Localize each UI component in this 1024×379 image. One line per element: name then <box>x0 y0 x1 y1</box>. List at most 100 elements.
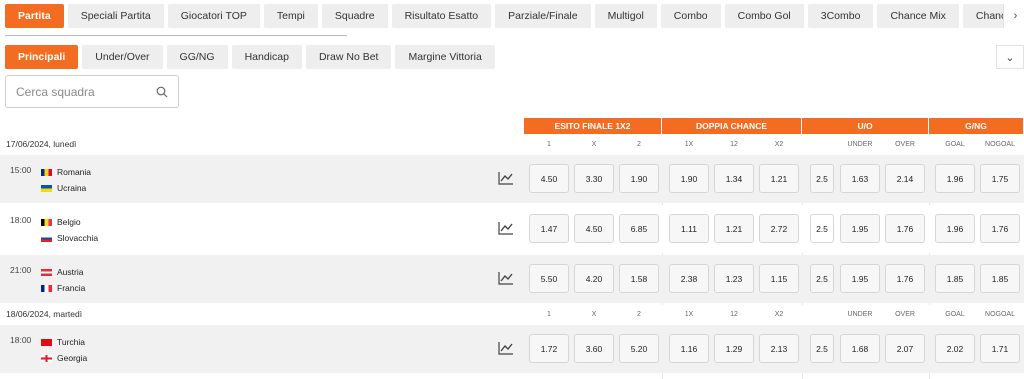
odd-2[interactable]: 1.90 <box>619 164 659 193</box>
odd-x2[interactable]: 2.13 <box>759 334 799 363</box>
away-team[interactable]: Georgia <box>41 353 87 363</box>
odd-goal[interactable]: 2.02 <box>935 334 975 363</box>
tab-partita[interactable]: Partita <box>5 4 64 28</box>
tab-chance-mix[interactable]: Chance Mix <box>877 4 959 28</box>
odd-x[interactable]: 4.50 <box>574 214 614 243</box>
header-esito-finale: ESITO FINALE 1X2 <box>524 118 661 134</box>
odd-over[interactable]: 2.07 <box>885 334 925 363</box>
tab-chance[interactable]: Chance <box>962 4 1003 28</box>
tab-combo-gol[interactable]: Combo Gol <box>724 4 804 28</box>
tab-parziale-finale[interactable]: Parziale/Finale <box>495 4 591 28</box>
tab-combo[interactable]: Combo <box>660 4 721 28</box>
away-team-name: Georgia <box>57 353 88 363</box>
odd-1[interactable]: 4.50 <box>529 164 569 193</box>
stats-chart-icon[interactable] <box>498 171 514 185</box>
subtab-under-over[interactable]: Under/Over <box>82 45 163 69</box>
match-time: 18:00 <box>10 215 32 225</box>
search-input[interactable] <box>16 84 146 99</box>
col-header-1: 1 <box>547 311 551 318</box>
odd-1x[interactable]: 1.11 <box>669 214 709 243</box>
subtab-draw-no-bet[interactable]: Draw No Bet <box>305 45 392 69</box>
tabs-scroll-right-icon[interactable]: › <box>1003 4 1024 28</box>
tab-3combo[interactable]: 3Combo <box>807 4 874 28</box>
tab-tempi[interactable]: Tempi <box>263 4 318 28</box>
col-header-2: 2 <box>637 311 641 318</box>
odd-under[interactable]: 1.68 <box>840 334 880 363</box>
odd-under[interactable]: 1.95 <box>840 264 880 293</box>
header-doppia-chance: DOPPIA CHANCE <box>662 118 801 134</box>
odd-12[interactable]: 1.21 <box>714 214 754 243</box>
odd-x[interactable]: 3.60 <box>574 334 614 363</box>
odd-x2[interactable]: 1.15 <box>759 264 799 293</box>
subtab-gg-ng[interactable]: GG/NG <box>166 45 228 69</box>
market-headers: ESITO FINALE 1X2 DOPPIA CHANCE U/O G/NG <box>524 118 1023 134</box>
stats-chart-icon[interactable] <box>498 221 514 235</box>
uo-line-select[interactable]: 2.5 <box>810 164 834 193</box>
odd-2[interactable]: 6.85 <box>619 214 659 243</box>
odd-12[interactable]: 1.34 <box>714 164 754 193</box>
odd-1x[interactable]: 1.90 <box>669 164 709 193</box>
ukraine-flag-icon <box>41 184 52 192</box>
match-time: 15:00 <box>10 165 32 175</box>
away-team[interactable]: Ucraina <box>41 183 86 193</box>
odd-2[interactable]: 1.58 <box>619 264 659 293</box>
away-team[interactable]: Francia <box>41 283 85 293</box>
stats-chart-icon[interactable] <box>498 271 514 285</box>
odd-12[interactable]: 1.23 <box>714 264 754 293</box>
odd-12[interactable]: 1.29 <box>714 334 754 363</box>
odd-goal[interactable]: 1.85 <box>935 264 975 293</box>
belgium-flag-icon <box>41 218 52 226</box>
odd-nogoal[interactable]: 1.85 <box>980 264 1020 293</box>
away-team[interactable]: Slovacchia <box>41 233 98 243</box>
col-header-12: 12 <box>730 311 738 318</box>
odd-under[interactable]: 1.63 <box>840 164 880 193</box>
odd-under[interactable]: 1.95 <box>840 214 880 243</box>
match-row[interactable]: 18:00 Belgio Slovacchia 1.47 4.50 6.85 1… <box>0 205 1024 253</box>
tab-risultato-esatto[interactable]: Risultato Esatto <box>391 4 492 28</box>
match-row[interactable]: 21:00 Austria Francia 5.50 4.20 1.58 2.3… <box>0 255 1024 303</box>
col-header-x2: X2 <box>774 141 784 148</box>
home-team[interactable]: Austria <box>41 267 83 277</box>
odd-1x[interactable]: 2.38 <box>669 264 709 293</box>
odd-nogoal[interactable]: 1.75 <box>980 164 1020 193</box>
odd-over[interactable]: 2.14 <box>885 164 925 193</box>
odd-over[interactable]: 1.76 <box>885 214 925 243</box>
subtab-margine-vittoria[interactable]: Margine Vittoria <box>395 45 495 69</box>
home-team[interactable]: Turchia <box>41 337 85 347</box>
odd-2[interactable]: 5.20 <box>619 334 659 363</box>
match-row[interactable]: 18:00 Turchia Georgia 1.72 3.60 5.20 1.1… <box>0 325 1024 373</box>
odd-1[interactable]: 5.50 <box>529 264 569 293</box>
home-team[interactable]: Romania <box>41 167 91 177</box>
odd-x2[interactable]: 2.72 <box>759 214 799 243</box>
odd-x[interactable]: 3.30 <box>574 164 614 193</box>
odd-1[interactable]: 1.47 <box>529 214 569 243</box>
uo-line-select[interactable]: 2.5 <box>810 264 834 293</box>
home-team[interactable]: Belgio <box>41 217 81 227</box>
chevron-down-icon[interactable]: ⌄ <box>996 45 1024 69</box>
odd-1[interactable]: 1.72 <box>529 334 569 363</box>
stats-chart-icon[interactable] <box>498 341 514 355</box>
odd-goal[interactable]: 1.96 <box>935 164 975 193</box>
search-icon[interactable] <box>156 86 168 98</box>
odd-nogoal[interactable]: 1.76 <box>980 214 1020 243</box>
odd-1x[interactable]: 1.16 <box>669 334 709 363</box>
tab-multigol[interactable]: Multigol <box>594 4 657 28</box>
subtab-handicap[interactable]: Handicap <box>231 45 302 69</box>
away-team-name: Ucraina <box>57 183 87 193</box>
odd-x[interactable]: 4.20 <box>574 264 614 293</box>
uo-line-select[interactable]: 2.5 <box>810 334 834 363</box>
odd-nogoal[interactable]: 1.71 <box>980 334 1020 363</box>
tab-giocatori-top[interactable]: Giocatori TOP <box>167 4 260 28</box>
uo-line-select[interactable]: 2.5 <box>810 214 834 243</box>
match-row[interactable]: 15:00 Romania Ucraina 4.50 3.30 1.90 1.9… <box>0 155 1024 203</box>
subtab-principali[interactable]: Principali <box>5 45 79 69</box>
tab-squadre[interactable]: Squadre <box>321 4 388 28</box>
odd-over[interactable]: 1.76 <box>885 264 925 293</box>
turkey-flag-icon <box>41 338 52 346</box>
tab-speciali-partita[interactable]: Speciali Partita <box>67 4 164 28</box>
france-flag-icon <box>41 284 52 292</box>
odd-x2[interactable]: 1.21 <box>759 164 799 193</box>
tabs-scrollbar[interactable] <box>5 35 347 36</box>
odd-goal[interactable]: 1.96 <box>935 214 975 243</box>
col-header-under: UNDER <box>847 141 873 148</box>
